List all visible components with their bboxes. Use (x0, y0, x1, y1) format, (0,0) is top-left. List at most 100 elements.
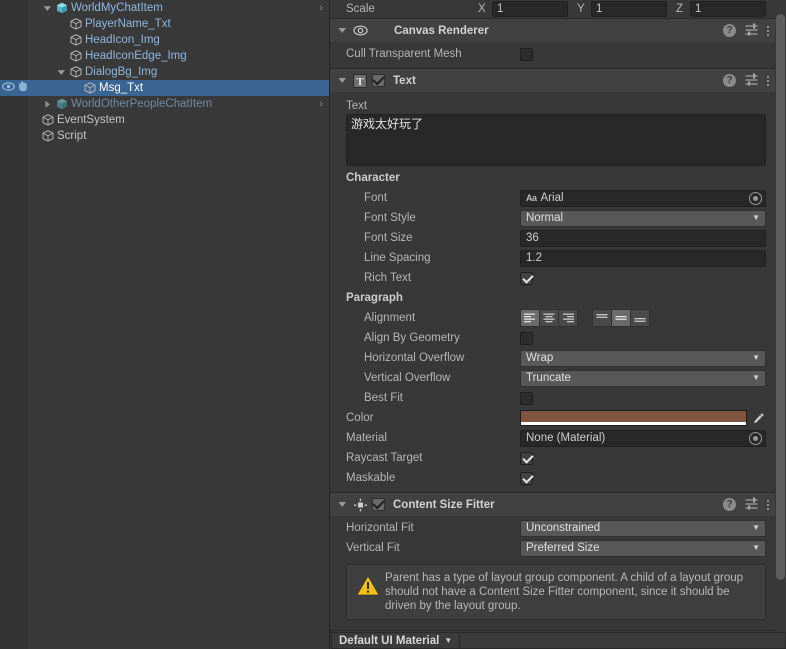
help-icon[interactable]: ? (723, 74, 736, 87)
inspector-vertical-scrollbar[interactable] (775, 0, 786, 649)
pickability-hand-icon[interactable] (17, 81, 29, 95)
help-icon[interactable]: ? (723, 498, 736, 511)
vertical-fit-row[interactable]: Vertical Fit Preferred Size ▼ (330, 538, 775, 558)
hierarchy-item-worldmychatitem[interactable]: WorldMyChatItem › (0, 0, 329, 16)
canvas-renderer-foldout-icon[interactable] (336, 23, 349, 39)
font-object-field[interactable]: Aa Arial (520, 189, 766, 207)
hierarchy-item-label: HeadIconEdge_Img (85, 50, 187, 62)
line-spacing-input[interactable]: 1.2 (520, 249, 766, 267)
foldout-down-icon[interactable] (55, 64, 68, 80)
horizontal-alignment-group[interactable] (520, 309, 578, 327)
font-size-input[interactable]: 36 (520, 229, 766, 247)
material-tab-bar[interactable]: Default UI Material ▼ (331, 632, 786, 649)
align-middle-icon[interactable] (611, 309, 631, 327)
scrollbar-thumb[interactable] (776, 14, 785, 580)
maskable-row[interactable]: Maskable (330, 468, 775, 488)
gameobject-icon (68, 32, 83, 48)
vertical-fit-dropdown[interactable]: Preferred Size ▼ (520, 539, 766, 557)
raycast-target-row[interactable]: Raycast Target (330, 448, 775, 468)
object-picker-icon[interactable] (749, 431, 762, 445)
horizontal-fit-dropdown[interactable]: Unconstrained ▼ (520, 519, 766, 537)
rich-text-row[interactable]: Rich Text (330, 268, 775, 288)
hierarchy-tree[interactable]: WorldMyChatItem › PlayerName_Txt HeadIcon_I… (0, 0, 329, 144)
hierarchy-item-headicon_img[interactable]: HeadIcon_Img (0, 32, 329, 48)
align-left-icon[interactable] (520, 309, 540, 327)
cull-transparent-mesh-checkbox[interactable] (520, 47, 533, 61)
hierarchy-item-headiconedge_img[interactable]: HeadIconEdge_Img (0, 48, 329, 64)
alignment-row[interactable]: Alignment (330, 308, 775, 328)
preset-icon[interactable] (745, 497, 758, 513)
best-fit-row[interactable]: Best Fit (330, 388, 775, 408)
scale-x-input[interactable]: 1 (492, 1, 568, 17)
horizontal-overflow-row[interactable]: Horizontal Overflow Wrap ▼ (330, 348, 775, 368)
foldout-down-icon[interactable] (41, 0, 54, 16)
best-fit-checkbox[interactable] (520, 391, 533, 405)
foldout-right-icon[interactable] (41, 96, 54, 112)
font-size-row[interactable]: Font Size 36 (330, 228, 775, 248)
text-value-textarea[interactable]: 游戏太好玩了 (346, 114, 766, 166)
color-row[interactable]: Color (330, 408, 775, 428)
hierarchy-item-msg_txt[interactable]: Msg_Txt (0, 80, 329, 96)
color-swatch-field[interactable] (520, 410, 747, 426)
line-spacing-row[interactable]: Line Spacing 1.2 (330, 248, 775, 268)
canvas-renderer-header[interactable]: Canvas Renderer ? (330, 19, 775, 42)
material-object-field[interactable]: None (Material) (520, 429, 766, 447)
content-size-fitter-enabled-checkbox[interactable] (372, 498, 385, 511)
hierarchy-item-dialogbg_img[interactable]: DialogBg_Img (0, 64, 329, 80)
kebab-menu-icon[interactable] (767, 25, 769, 36)
scale-z-input[interactable]: 1 (690, 1, 766, 17)
preset-icon[interactable] (745, 23, 758, 39)
text-component-enabled-checkbox[interactable] (372, 74, 385, 87)
horizontal-fit-row[interactable]: Horizontal Fit Unconstrained ▼ (330, 518, 775, 538)
horizontal-overflow-dropdown[interactable]: Wrap ▼ (520, 349, 766, 367)
transform-scale-row[interactable]: Scale X 1 Y 1 Z 1 (330, 0, 775, 18)
align-right-icon[interactable] (558, 309, 578, 327)
hierarchy-panel[interactable]: WorldMyChatItem › PlayerName_Txt HeadIcon_I… (0, 0, 329, 649)
hierarchy-item-playername_txt[interactable]: PlayerName_Txt (0, 16, 329, 32)
align-top-icon[interactable] (592, 309, 612, 327)
eyedropper-icon[interactable] (752, 412, 766, 425)
hierarchy-item-script[interactable]: Script (0, 128, 329, 144)
content-size-fitter-foldout-icon[interactable] (336, 497, 349, 513)
text-component-title: Text (393, 74, 416, 87)
vertical-alignment-group[interactable] (592, 309, 650, 327)
align-by-geometry-row[interactable]: Align By Geometry (330, 328, 775, 348)
text-component-header[interactable]: T Text ? (330, 69, 775, 92)
content-size-fitter-body: Horizontal Fit Unconstrained ▼ Vertical … (330, 516, 775, 630)
cull-transparent-mesh-row[interactable]: Cull Transparent Mesh (330, 44, 775, 64)
hierarchy-item-label: PlayerName_Txt (85, 18, 171, 30)
hierarchy-item-label: WorldOtherPeopleChatItem (71, 98, 213, 110)
text-component-foldout-icon[interactable] (336, 73, 349, 89)
row-gutter-icons[interactable] (2, 80, 29, 96)
rich-text-checkbox[interactable] (520, 271, 533, 285)
vertical-overflow-label: Vertical Overflow (364, 372, 451, 384)
help-icon[interactable]: ? (723, 24, 736, 37)
kebab-menu-icon[interactable] (767, 75, 769, 86)
vertical-fit-label: Vertical Fit (346, 542, 400, 554)
content-size-fitter-header[interactable]: Content Size Fitter ? (330, 493, 775, 516)
hierarchy-item-worldotherpeoplechatitem[interactable]: WorldOtherPeopleChatItem › (0, 96, 329, 112)
preset-icon[interactable] (745, 73, 758, 89)
hierarchy-item-eventsystem[interactable]: EventSystem (0, 112, 329, 128)
material-row[interactable]: Material None (Material) (330, 428, 775, 448)
align-center-icon[interactable] (539, 309, 559, 327)
inspector-panel[interactable]: Scale X 1 Y 1 Z 1 Canvas Renderer ? Cull… (329, 0, 786, 649)
font-style-dropdown[interactable]: Normal ▼ (520, 209, 766, 227)
vertical-fit-value: Preferred Size (526, 542, 600, 554)
prefab-open-chevron-icon[interactable]: › (319, 96, 323, 112)
maskable-checkbox[interactable] (520, 471, 533, 485)
font-row[interactable]: Font Aa Arial (330, 188, 775, 208)
object-picker-icon[interactable] (749, 191, 762, 205)
vertical-overflow-dropdown[interactable]: Truncate ▼ (520, 369, 766, 387)
chevron-down-icon: ▼ (752, 523, 760, 532)
material-tab[interactable]: Default UI Material ▼ (331, 632, 461, 649)
align-by-geometry-checkbox[interactable] (520, 331, 533, 345)
visibility-eye-icon[interactable] (2, 82, 15, 94)
scale-y-input[interactable]: 1 (591, 1, 667, 17)
font-style-row[interactable]: Font Style Normal ▼ (330, 208, 775, 228)
kebab-menu-icon[interactable] (767, 499, 769, 510)
vertical-overflow-row[interactable]: Vertical Overflow Truncate ▼ (330, 368, 775, 388)
align-bottom-icon[interactable] (630, 309, 650, 327)
raycast-target-checkbox[interactable] (520, 451, 533, 465)
prefab-open-chevron-icon[interactable]: › (319, 0, 323, 16)
